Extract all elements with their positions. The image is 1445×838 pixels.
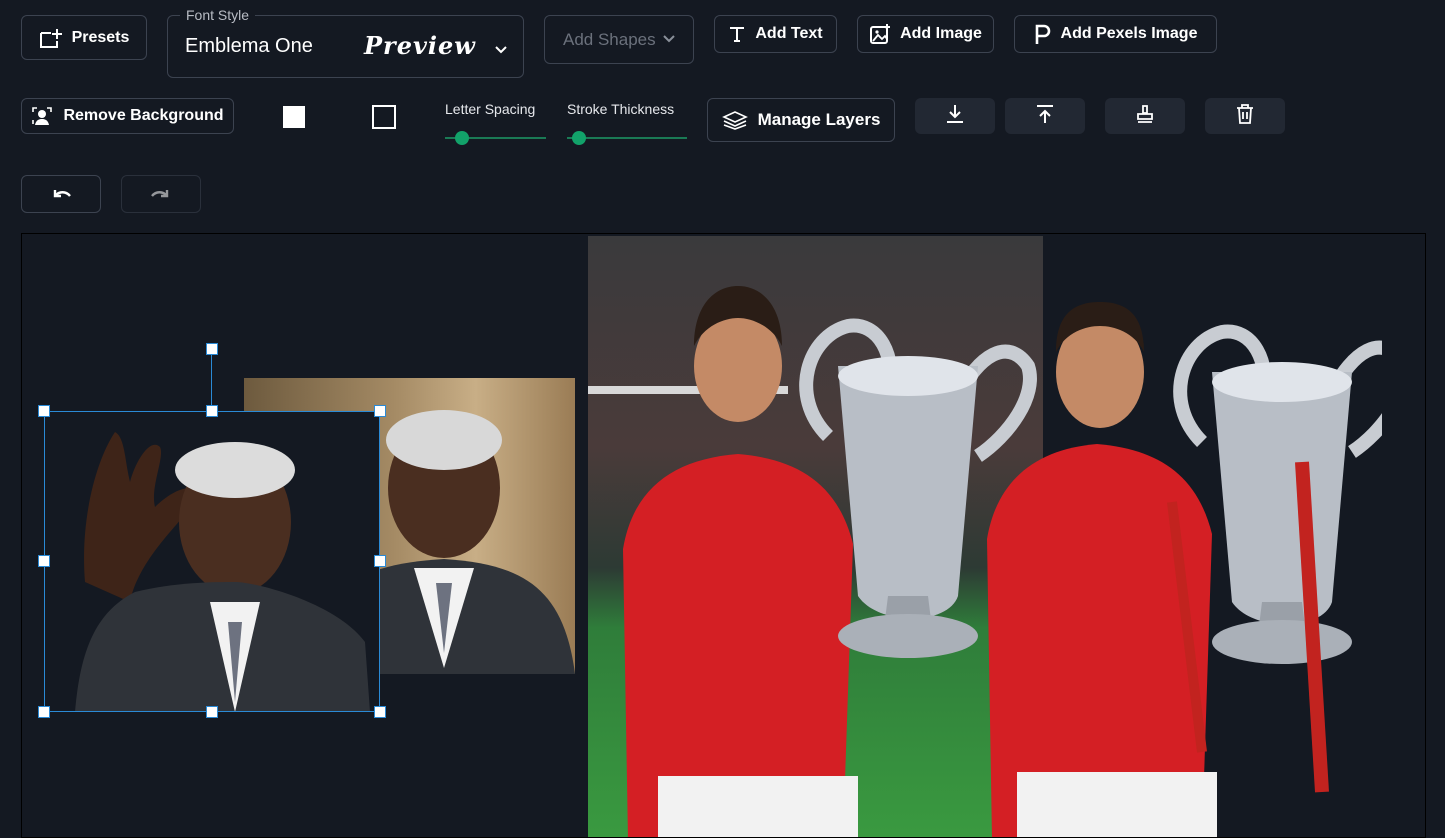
resize-handle-bottom-middle[interactable] (206, 706, 218, 718)
layers-icon (721, 110, 748, 130)
add-pexels-image-button[interactable]: Add Pexels Image (1014, 15, 1217, 53)
rotation-handle[interactable] (206, 343, 218, 355)
stroke-thickness-thumb[interactable] (572, 131, 586, 145)
stamp-button[interactable] (1105, 98, 1185, 134)
add-text-button[interactable]: Add Text (714, 15, 837, 53)
resize-handle-middle-left[interactable] (38, 555, 50, 567)
resize-handle-bottom-right[interactable] (374, 706, 386, 718)
editor-canvas[interactable] (21, 233, 1426, 838)
undo-icon (49, 187, 73, 201)
person-remove-bg-icon (31, 106, 53, 126)
remove-background-label: Remove Background (63, 107, 224, 124)
stroke-thickness-label: Stroke Thickness (567, 101, 675, 117)
letter-spacing-slider[interactable] (445, 130, 546, 146)
resize-handle-top-left[interactable] (38, 405, 50, 417)
stroke-thickness-slider[interactable] (567, 130, 687, 146)
download-button[interactable] (915, 98, 995, 134)
upload-icon (1034, 103, 1056, 130)
fill-color-swatch[interactable] (283, 106, 305, 128)
remove-background-button[interactable]: Remove Background (21, 98, 234, 134)
stamp-icon (1134, 103, 1156, 130)
letter-spacing-label: Letter Spacing (445, 101, 536, 117)
text-t-icon (728, 25, 746, 43)
chevron-down-icon (662, 31, 676, 49)
resize-handle-top-middle[interactable] (206, 405, 218, 417)
manage-layers-label: Manage Layers (757, 110, 881, 129)
footballer-cutout-figure (987, 302, 1382, 837)
chevron-down-icon (494, 42, 508, 60)
redo-icon (149, 187, 173, 201)
add-image-button[interactable]: Add Image (857, 15, 994, 53)
letter-spacing-thumb[interactable] (455, 131, 469, 145)
add-shapes-label: Add Shapes (563, 29, 656, 49)
font-style-value: Emblema One (185, 35, 313, 57)
stroke-color-swatch[interactable] (372, 105, 396, 129)
font-style-legend: Font Style (180, 7, 256, 23)
presets-button[interactable]: Presets (21, 15, 147, 60)
add-pexels-image-label: Add Pexels Image (1060, 25, 1198, 42)
undo-button[interactable] (21, 175, 101, 213)
add-image-label: Add Image (900, 25, 982, 42)
resize-handle-middle-right[interactable] (374, 555, 386, 567)
resize-handle-top-right[interactable] (374, 405, 386, 417)
selection-box[interactable] (44, 411, 380, 712)
presets-label: Presets (71, 28, 130, 46)
manage-layers-button[interactable]: Manage Layers (707, 98, 895, 142)
trash-icon (1235, 103, 1255, 130)
image-plus-icon (869, 23, 891, 45)
add-frame-icon (39, 27, 63, 49)
redo-button[interactable] (121, 175, 201, 213)
pexels-p-icon (1034, 23, 1052, 45)
canvas-image-footballer-cutout[interactable] (972, 302, 1382, 837)
font-style-select[interactable]: Font Style Emblema One Preview (167, 7, 524, 78)
rotation-handle-line (211, 350, 212, 411)
delete-button[interactable] (1205, 98, 1285, 134)
upload-button[interactable] (1005, 98, 1085, 134)
add-text-label: Add Text (755, 25, 823, 42)
add-shapes-select[interactable]: Add Shapes (544, 15, 694, 64)
font-preview-text: Preview (364, 31, 476, 60)
resize-handle-bottom-left[interactable] (38, 706, 50, 718)
download-icon (944, 103, 966, 130)
